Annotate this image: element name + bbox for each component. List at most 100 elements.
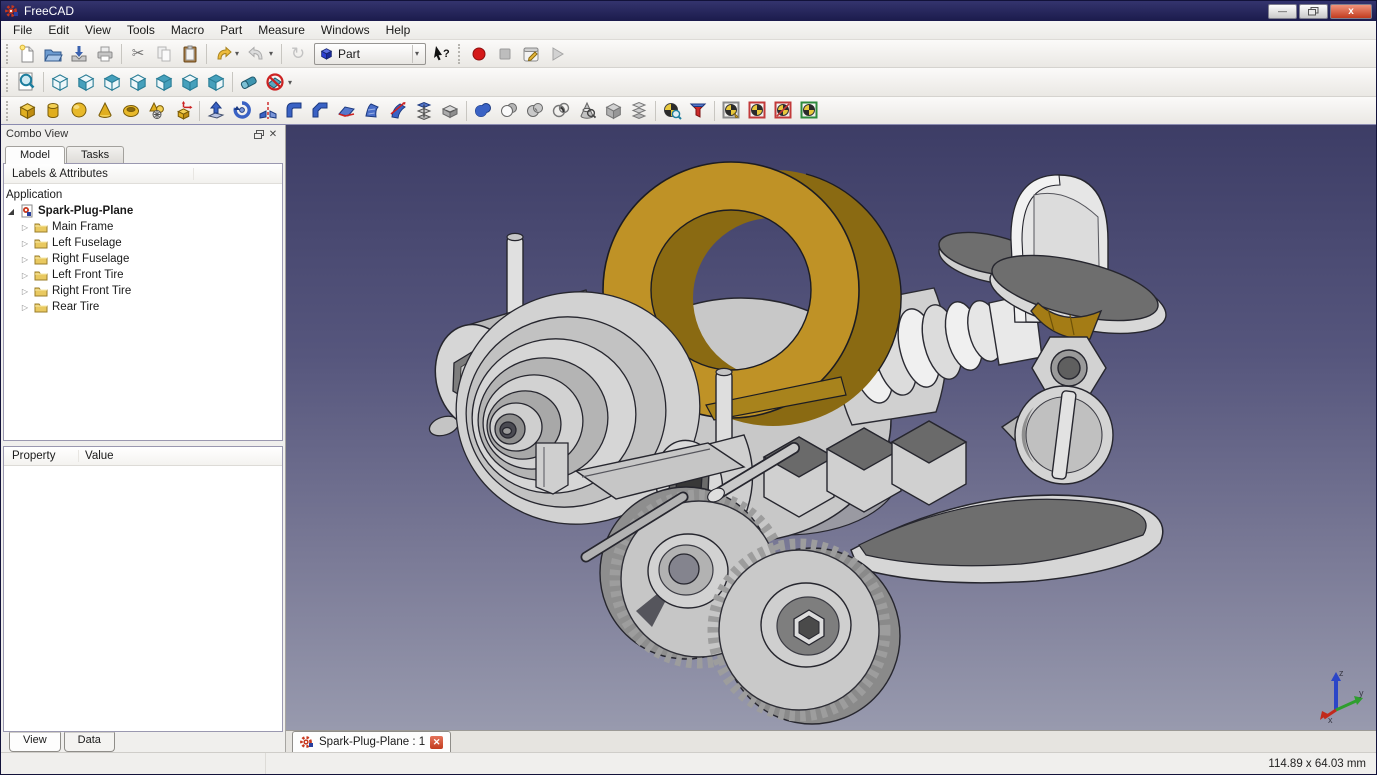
fillet-button[interactable] (281, 99, 307, 123)
torus-button[interactable] (118, 99, 144, 123)
toolbar-grip[interactable] (6, 100, 11, 121)
extrude-button[interactable] (203, 99, 229, 123)
workbench-selector[interactable]: Part ▾ (314, 42, 426, 65)
union-button[interactable] (470, 99, 496, 123)
model-right-wing[interactable] (850, 494, 1164, 584)
refresh-button[interactable]: ↻ (285, 42, 311, 66)
menu-part[interactable]: Part (212, 21, 250, 39)
defeaturing-button[interactable] (685, 99, 711, 123)
print-button[interactable] (92, 42, 118, 66)
expander-icon[interactable]: ▷ (20, 223, 30, 232)
undo-button[interactable]: ▾ (210, 42, 244, 66)
expander-icon[interactable]: ▷ (20, 303, 30, 312)
expander-icon[interactable]: ▷ (20, 271, 30, 280)
boolean-fragments-button[interactable] (718, 99, 744, 123)
tree-item-left-front-tire[interactable]: ▷ Left Front Tire (6, 267, 280, 283)
document-tab[interactable]: Spark-Plug-Plane : 1 ✕ (292, 731, 452, 752)
minimize-button[interactable]: — (1268, 3, 1297, 19)
save-button[interactable] (66, 42, 92, 66)
view-top-button[interactable] (99, 70, 125, 94)
restore-button[interactable] (1299, 3, 1328, 19)
menu-macro[interactable]: Macro (163, 21, 212, 39)
tree-document[interactable]: ◢ Spark-Plug-Plane (6, 203, 280, 219)
tab-data[interactable]: Data (63, 732, 115, 752)
menu-measure[interactable]: Measure (250, 21, 313, 39)
sphere-button[interactable] (66, 99, 92, 123)
toolbar-grip[interactable] (458, 43, 463, 64)
box-button[interactable] (14, 99, 40, 123)
tree-item-left-fuselage[interactable]: ▷ Left Fuselage (6, 235, 280, 251)
slice-apart-button[interactable] (744, 99, 770, 123)
compound-button[interactable] (600, 99, 626, 123)
toolbar-grip[interactable] (6, 43, 11, 64)
view-axonometric-button[interactable] (47, 70, 73, 94)
tab-tasks[interactable]: Tasks (65, 146, 125, 163)
tab-view[interactable]: View (9, 732, 61, 752)
toggle-measurement-dropdown-icon[interactable]: ▾ (286, 78, 295, 87)
tree-item-rear-tire[interactable]: ▷ Rear Tire (6, 299, 280, 315)
mirror-button[interactable] (255, 99, 281, 123)
ruled-surface-button[interactable] (359, 99, 385, 123)
macro-stop-button[interactable] (492, 42, 518, 66)
expander-icon[interactable]: ▷ (20, 239, 30, 248)
macro-edit-button[interactable] (518, 42, 544, 66)
tree-root[interactable]: Application (6, 187, 280, 203)
redo-dropdown-icon[interactable]: ▾ (267, 49, 276, 58)
whats-this-button[interactable]: ? (429, 42, 455, 66)
view-left-button[interactable] (203, 70, 229, 94)
redo-button[interactable]: ▾ (244, 42, 278, 66)
title-bar[interactable]: FreeCAD — x (1, 1, 1376, 21)
revolve-button[interactable] (229, 99, 255, 123)
menu-windows[interactable]: Windows (313, 21, 378, 39)
copy-button[interactable] (151, 42, 177, 66)
tree-item-right-fuselage[interactable]: ▷ Right Fuselage (6, 251, 280, 267)
fit-all-button[interactable] (14, 70, 40, 94)
menu-view[interactable]: View (77, 21, 119, 39)
tree-item-main-frame[interactable]: ▷ Main Frame (6, 219, 280, 235)
expander-open-icon[interactable]: ◢ (6, 207, 16, 216)
spark-plug-plane-model[interactable] (286, 125, 1376, 730)
macro-play-button[interactable] (544, 42, 570, 66)
expander-icon[interactable]: ▷ (20, 255, 30, 264)
sweep-button[interactable] (385, 99, 411, 123)
toolbar-grip[interactable] (6, 72, 11, 92)
close-panel-icon[interactable]: ✕ (266, 128, 280, 140)
create-primitives-button[interactable] (144, 99, 170, 123)
cone-button[interactable] (92, 99, 118, 123)
shape-builder-button[interactable] (170, 99, 196, 123)
cross-sections-button[interactable] (574, 99, 600, 123)
menu-file[interactable]: File (5, 21, 40, 39)
menu-tools[interactable]: Tools (119, 21, 163, 39)
open-file-button[interactable] (40, 42, 66, 66)
model-tree[interactable]: Application ◢ Spark-Plug-Plane ▷ Main Fr… (4, 184, 282, 318)
3d-viewport[interactable]: z y x (286, 125, 1376, 730)
tree-item-right-front-tire[interactable]: ▷ Right Front Tire (6, 283, 280, 299)
explode-compound-button[interactable] (626, 99, 652, 123)
toggle-measurement-button[interactable]: ▾ (262, 70, 296, 94)
paste-button[interactable] (177, 42, 203, 66)
chamfer-button[interactable] (307, 99, 333, 123)
view-rear-button[interactable] (151, 70, 177, 94)
section-button[interactable] (548, 99, 574, 123)
check-geometry-button[interactable] (659, 99, 685, 123)
make-face-button[interactable] (333, 99, 359, 123)
cut-button[interactable]: ✂ (125, 42, 151, 66)
thickness-button[interactable] (437, 99, 463, 123)
expander-icon[interactable]: ▷ (20, 287, 30, 296)
tab-model[interactable]: Model (5, 146, 65, 164)
workbench-dropdown-icon[interactable]: ▾ (412, 44, 421, 63)
view-front-button[interactable] (73, 70, 99, 94)
view-right-button[interactable] (125, 70, 151, 94)
cut-boolean-button[interactable] (496, 99, 522, 123)
property-list[interactable] (4, 466, 282, 731)
view-bottom-button[interactable] (177, 70, 203, 94)
close-button[interactable]: x (1330, 3, 1372, 19)
macro-record-button[interactable] (466, 42, 492, 66)
cylinder-button[interactable] (40, 99, 66, 123)
clear-measurement-button[interactable] (236, 70, 262, 94)
menu-edit[interactable]: Edit (40, 21, 77, 39)
common-button[interactable] (522, 99, 548, 123)
slice-button[interactable] (770, 99, 796, 123)
undo-dropdown-icon[interactable]: ▾ (233, 49, 242, 58)
menu-help[interactable]: Help (378, 21, 419, 39)
